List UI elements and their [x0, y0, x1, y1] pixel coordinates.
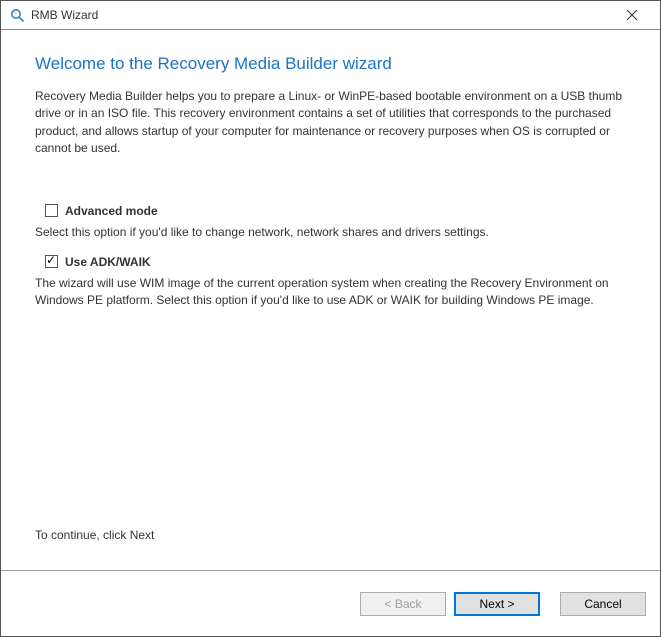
advanced-mode-row[interactable]: Advanced mode	[45, 204, 626, 218]
advanced-mode-description: Select this option if you'd like to chan…	[35, 224, 626, 241]
advanced-mode-label: Advanced mode	[65, 204, 158, 218]
adk-waik-label: Use ADK/WAIK	[65, 255, 151, 269]
footer: < Back Next > Cancel	[1, 570, 660, 636]
adk-waik-description: The wizard will use WIM image of the cur…	[35, 275, 626, 310]
titlebar: RMB Wizard	[1, 1, 660, 30]
adk-waik-option: Use ADK/WAIK The wizard will use WIM ima…	[45, 255, 626, 310]
window-title: RMB Wizard	[31, 8, 612, 22]
page-title: Welcome to the Recovery Media Builder wi…	[35, 54, 626, 74]
back-button[interactable]: < Back	[360, 592, 446, 616]
cancel-button[interactable]: Cancel	[560, 592, 646, 616]
advanced-mode-checkbox[interactable]	[45, 204, 58, 217]
close-button[interactable]	[612, 1, 652, 29]
next-button[interactable]: Next >	[454, 592, 540, 616]
advanced-mode-option: Advanced mode Select this option if you'…	[45, 204, 626, 241]
adk-waik-checkbox[interactable]	[45, 255, 58, 268]
content-area: Welcome to the Recovery Media Builder wi…	[1, 30, 660, 570]
continue-hint: To continue, click Next	[35, 528, 154, 542]
app-icon	[9, 7, 25, 23]
adk-waik-row[interactable]: Use ADK/WAIK	[45, 255, 626, 269]
intro-text: Recovery Media Builder helps you to prep…	[35, 88, 626, 158]
close-icon	[627, 10, 637, 20]
